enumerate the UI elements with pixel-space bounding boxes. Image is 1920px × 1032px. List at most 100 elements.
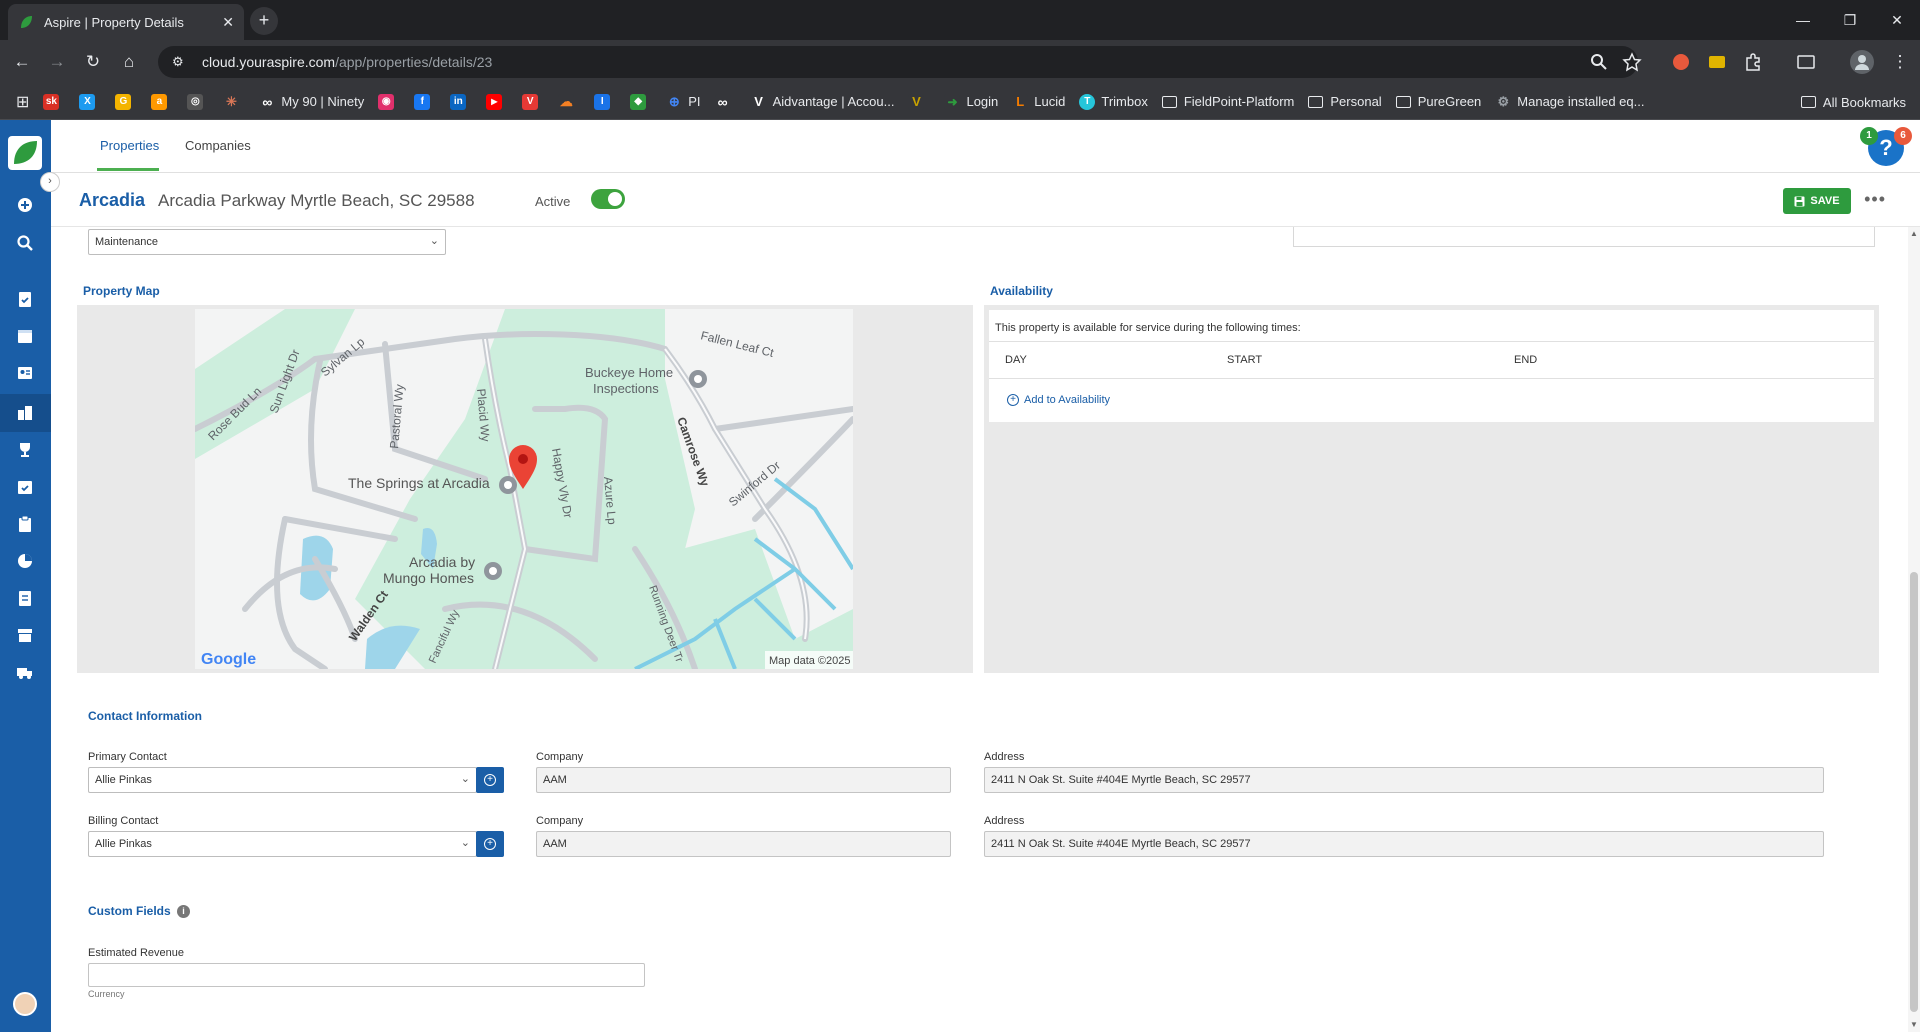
browser-menu-icon[interactable]: ⋮ bbox=[1886, 48, 1914, 76]
bookmark-item[interactable]: ◎ bbox=[187, 93, 209, 110]
google-map[interactable]: Fallen Leaf Ct Buckeye Home Inspections … bbox=[195, 309, 853, 669]
minimize-icon[interactable]: — bbox=[1780, 0, 1826, 40]
bookmark-star-icon[interactable] bbox=[1621, 51, 1643, 73]
bookmark-folder[interactable]: Personal bbox=[1308, 94, 1382, 109]
bookmark-item[interactable]: ∞ My 90 | Ninety bbox=[259, 93, 364, 110]
column-day: DAY bbox=[1005, 354, 1027, 366]
sidebar-expand-chevron-icon[interactable]: › bbox=[40, 172, 60, 192]
google-logo: Google bbox=[201, 651, 256, 668]
info-icon[interactable]: i bbox=[177, 905, 190, 918]
aspire-logo[interactable] bbox=[8, 136, 42, 170]
site-info-icon[interactable]: ⚙ bbox=[172, 54, 188, 70]
properties-buildings-icon[interactable] bbox=[16, 404, 34, 422]
bookmark-item[interactable]: I bbox=[594, 93, 616, 110]
bookmark-item[interactable]: ➜ Login bbox=[944, 93, 998, 110]
back-icon[interactable]: ← bbox=[8, 48, 36, 76]
contacts-card-icon[interactable] bbox=[16, 364, 34, 382]
bookmark-item[interactable]: V bbox=[522, 93, 544, 110]
bookmark-item[interactable]: V bbox=[908, 93, 930, 110]
folder-icon bbox=[1161, 95, 1177, 108]
user-avatar[interactable] bbox=[13, 992, 37, 1016]
search-icon[interactable] bbox=[16, 234, 34, 252]
bookmark-item[interactable]: ◉ bbox=[378, 93, 400, 110]
close-tab-icon[interactable]: ✕ bbox=[222, 14, 234, 31]
add-primary-contact-button[interactable]: + bbox=[476, 767, 504, 793]
bookmark-item[interactable]: ∞ bbox=[714, 93, 737, 110]
trophy-icon[interactable] bbox=[16, 441, 34, 459]
bookmark-favicon: X bbox=[79, 93, 96, 110]
extensions-puzzle-icon[interactable] bbox=[1742, 51, 1764, 73]
bookmark-item[interactable]: V Aidvantage | Accou... bbox=[750, 93, 894, 110]
new-tab-button[interactable]: + bbox=[250, 7, 278, 35]
bookmark-item[interactable]: ⚙ Manage installed eq... bbox=[1495, 93, 1644, 110]
scroll-down-arrow-icon[interactable]: ▼ bbox=[1910, 1020, 1918, 1029]
bookmark-item[interactable]: X bbox=[79, 93, 101, 110]
calendar-check-icon[interactable] bbox=[16, 478, 34, 496]
add-icon[interactable] bbox=[16, 196, 34, 214]
apps-grid-icon[interactable]: ⊞ bbox=[16, 92, 29, 112]
bookmark-item[interactable]: T Trimbox bbox=[1079, 93, 1148, 110]
active-toggle[interactable] bbox=[591, 189, 625, 209]
bookmark-folder[interactable]: FieldPoint-Platform bbox=[1161, 94, 1294, 109]
plus-circle-icon: + bbox=[1007, 394, 1019, 406]
reload-icon[interactable]: ↻ bbox=[79, 48, 107, 76]
bookmark-item[interactable]: a bbox=[151, 93, 173, 110]
forward-icon[interactable]: → bbox=[43, 48, 71, 76]
inventory-box-icon[interactable] bbox=[16, 626, 34, 644]
scroll-up-arrow-icon[interactable]: ▲ bbox=[1910, 229, 1918, 238]
property-header: Arcadia Arcadia Parkway Myrtle Beach, SC… bbox=[51, 173, 1920, 227]
all-bookmarks-button[interactable]: All Bookmarks bbox=[1800, 84, 1906, 120]
primary-company-field: AAM bbox=[536, 767, 951, 793]
address-label: Address bbox=[984, 815, 1025, 827]
bookmark-item[interactable]: G bbox=[115, 93, 137, 110]
availability-title: Availability bbox=[990, 284, 1053, 298]
property-name: Arcadia bbox=[79, 190, 146, 210]
add-to-availability-link[interactable]: + Add to Availability bbox=[1007, 394, 1110, 406]
clipboard-icon[interactable] bbox=[16, 515, 34, 533]
equipment-truck-icon[interactable] bbox=[16, 663, 34, 681]
scrollbar-thumb[interactable] bbox=[1910, 572, 1918, 1012]
extension-icon[interactable] bbox=[1670, 51, 1692, 73]
address-bar[interactable]: ⚙ cloud.youraspire.com/app/properties/de… bbox=[158, 46, 1638, 78]
estimated-revenue-input[interactable] bbox=[88, 963, 645, 987]
zoom-icon[interactable] bbox=[1588, 51, 1610, 73]
invoice-icon[interactable] bbox=[16, 589, 34, 607]
primary-contact-select[interactable]: Allie Pinkas ⌄ bbox=[88, 767, 477, 793]
billing-contact-select[interactable]: Allie Pinkas ⌄ bbox=[88, 831, 477, 857]
calendar-icon[interactable] bbox=[16, 327, 34, 345]
profile-avatar-icon[interactable] bbox=[1849, 49, 1875, 75]
primary-contact-label: Primary Contact bbox=[88, 751, 167, 763]
bookmark-item[interactable]: ◆ bbox=[630, 93, 652, 110]
add-billing-contact-button[interactable]: + bbox=[476, 831, 504, 857]
bookmark-folder[interactable]: PureGreen bbox=[1395, 94, 1481, 109]
bookmark-item[interactable]: ▶ bbox=[486, 93, 508, 110]
cast-icon[interactable] bbox=[1795, 51, 1817, 73]
tab-properties[interactable]: Properties bbox=[100, 138, 159, 153]
bookmark-item[interactable]: L Lucid bbox=[1012, 93, 1065, 110]
bookmark-favicon: T bbox=[1079, 93, 1096, 110]
browser-tab-strip: Aspire | Property Details ✕ + — ❐ ✕ bbox=[0, 0, 1920, 40]
bookmark-item[interactable]: ⊕ PI bbox=[666, 93, 701, 110]
bookmark-item[interactable]: f bbox=[414, 93, 436, 110]
close-window-icon[interactable]: ✕ bbox=[1874, 0, 1920, 40]
tab-companies[interactable]: Companies bbox=[185, 138, 251, 153]
bookmark-folder-label: Personal bbox=[1330, 94, 1382, 109]
home-icon[interactable]: ⌂ bbox=[115, 48, 143, 76]
scrolled-field-box bbox=[1293, 227, 1875, 247]
pie-chart-icon[interactable] bbox=[16, 552, 34, 570]
page-scrollbar[interactable]: ▲ ▼ bbox=[1908, 227, 1920, 1032]
more-options-icon[interactable]: ••• bbox=[1864, 189, 1886, 210]
tasks-icon[interactable] bbox=[16, 290, 34, 308]
save-button[interactable]: SAVE bbox=[1783, 188, 1851, 214]
bookmark-item[interactable]: in bbox=[450, 93, 472, 110]
bookmark-item[interactable]: sk bbox=[43, 93, 65, 110]
restore-icon[interactable]: ❐ bbox=[1827, 0, 1873, 40]
app-sidebar bbox=[0, 120, 51, 1032]
property-type-select[interactable]: Maintenance ⌄ bbox=[88, 229, 446, 255]
bookmark-item[interactable]: ☁ bbox=[558, 93, 580, 110]
extension-icon[interactable] bbox=[1706, 51, 1728, 73]
bookmark-favicon: a bbox=[151, 93, 168, 110]
bookmark-item[interactable]: ✳ bbox=[223, 93, 245, 110]
browser-tab[interactable]: Aspire | Property Details ✕ bbox=[8, 4, 244, 40]
folder-icon bbox=[1800, 96, 1816, 108]
